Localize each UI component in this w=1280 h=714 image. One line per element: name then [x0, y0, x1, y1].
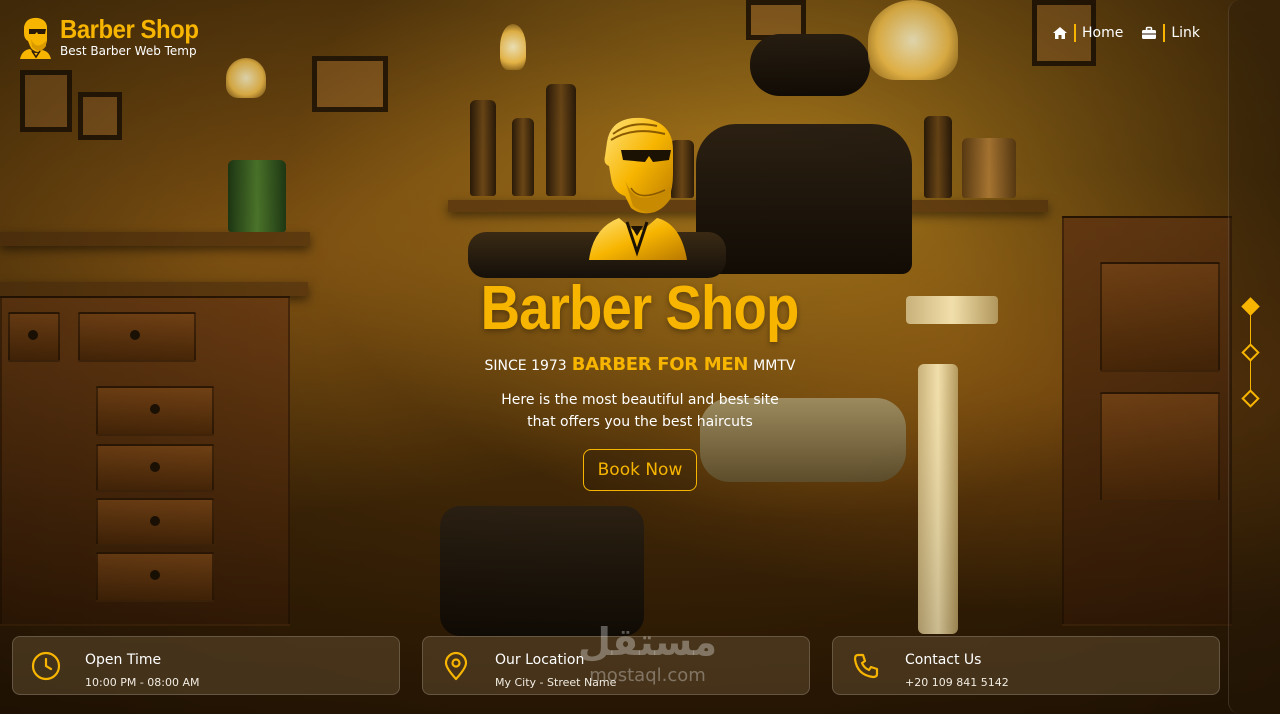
hero-title: Barber Shop	[481, 274, 800, 343]
hero-section: Barber Shop SINCE 1973 BARBER FOR MEN MM…	[0, 112, 1280, 491]
nav-link-label: Link	[1171, 25, 1200, 41]
top-nav: Home Link	[1052, 24, 1200, 42]
tagline-suffix: MMTV	[753, 358, 796, 374]
card-value: 10:00 PM - 08:00 AM	[85, 676, 200, 689]
watermark-latin: mostaql.com	[589, 665, 706, 686]
nav-separator	[1073, 24, 1076, 42]
home-icon	[1052, 26, 1068, 40]
tagline-since: SINCE 1973	[484, 358, 567, 374]
watermark: مستقل mostaql.com	[578, 620, 717, 686]
nav-item-link[interactable]: Link	[1141, 24, 1200, 42]
tagline-highlight: BARBER FOR MEN	[571, 354, 749, 375]
nav-item-home[interactable]: Home	[1052, 24, 1123, 42]
phone-icon	[853, 653, 879, 679]
nav-separator	[1163, 24, 1166, 42]
brand-subtitle: Best Barber Web Temp	[60, 43, 197, 58]
barber-emblem-icon	[589, 117, 687, 260]
card-open-time: Open Time 10:00 PM - 08:00 AM	[12, 636, 400, 695]
watermark-arabic: مستقل	[578, 620, 717, 664]
clock-icon	[31, 651, 61, 681]
card-contact: Contact Us +20 109 841 5142	[832, 636, 1220, 695]
hero-description: Here is the most beautiful and best site…	[501, 392, 779, 430]
card-value: +20 109 841 5142	[905, 676, 1009, 689]
barber-logo-icon	[20, 17, 51, 59]
location-pin-icon	[444, 651, 468, 681]
book-now-button[interactable]: Book Now	[582, 449, 698, 491]
nav-home-label: Home	[1081, 25, 1124, 41]
brand[interactable]: Barber Shop Best Barber Web Temp	[16, 13, 211, 59]
hero-tagline: SINCE 1973 BARBER FOR MEN MMTV	[485, 354, 796, 375]
briefcase-icon	[1141, 26, 1157, 40]
card-title: Contact Us	[905, 652, 982, 668]
card-title: Open Time	[85, 652, 162, 668]
brand-title: Barber Shop	[60, 13, 199, 44]
